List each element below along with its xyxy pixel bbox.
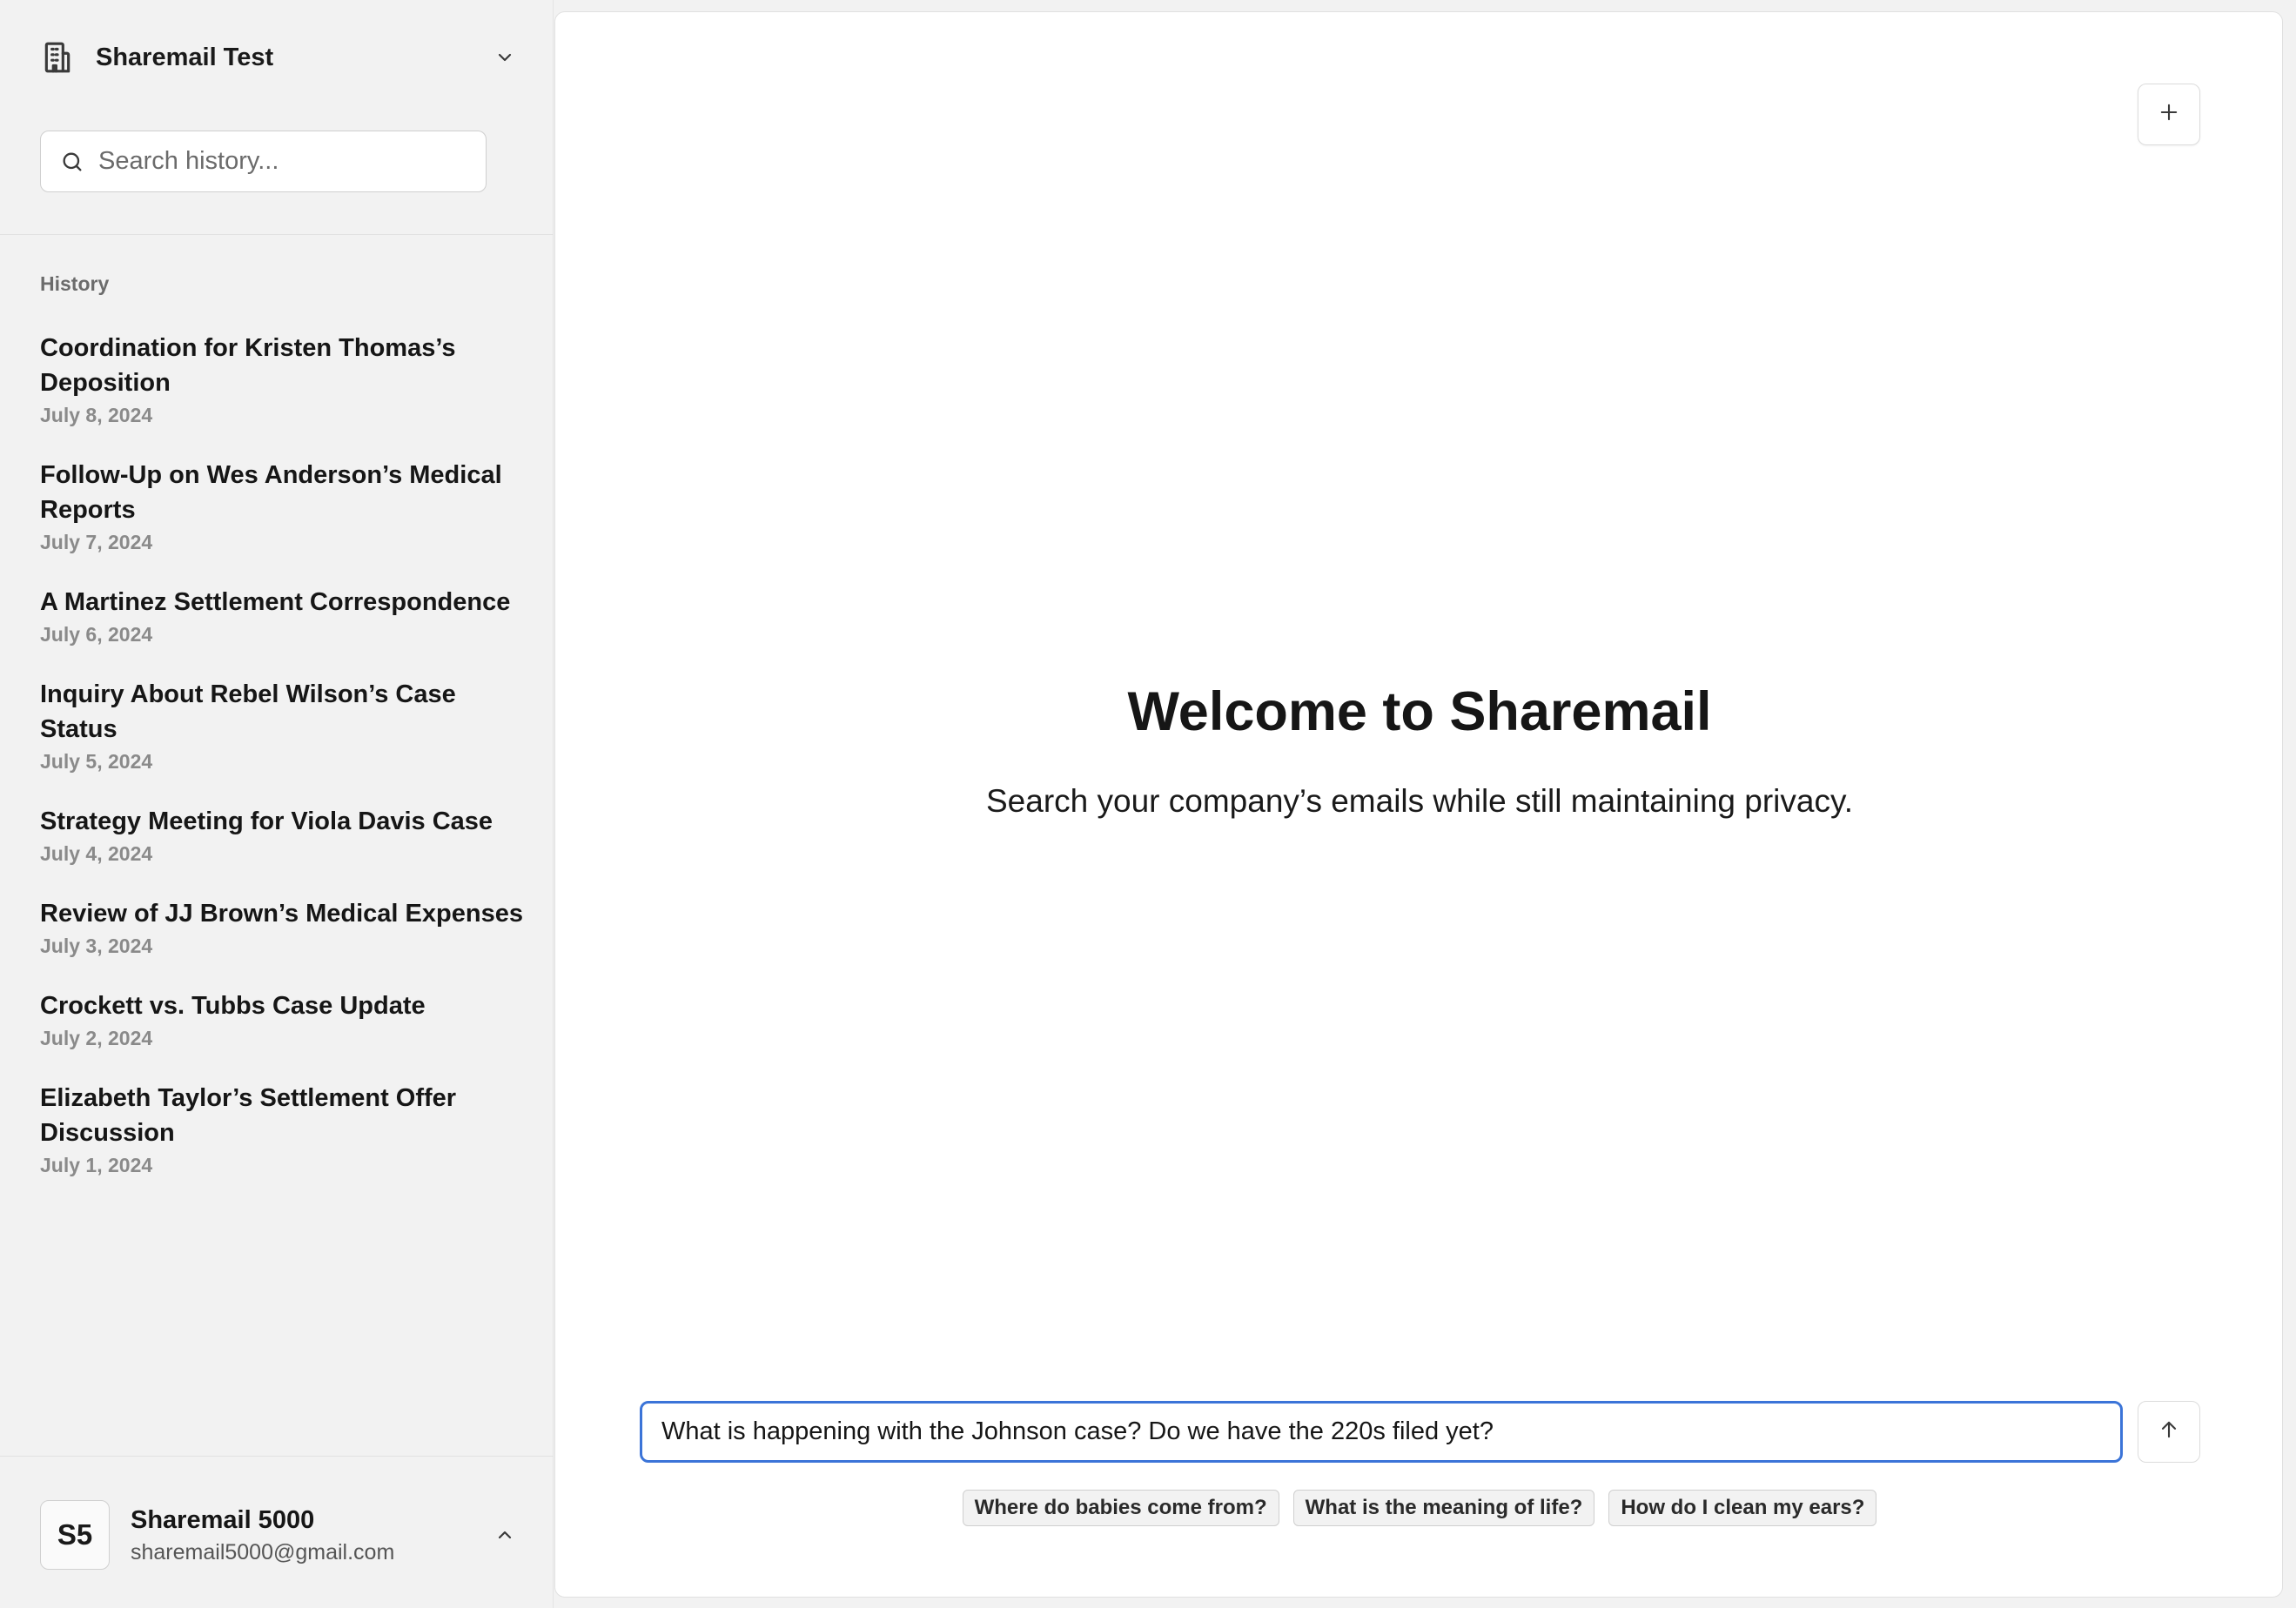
plus-icon (2157, 100, 2181, 129)
history-item-date: July 3, 2024 (40, 935, 153, 957)
history-label: History (40, 272, 110, 295)
history-item-date: July 7, 2024 (40, 531, 153, 553)
history-item-title: Crockett vs. Tubbs Case Update (40, 992, 426, 1020)
history-item[interactable]: Crockett vs. Tubbs Case Update July 2, 2… (40, 988, 527, 1053)
history-item-title: Review of JJ Brown’s Medical Expenses (40, 900, 523, 928)
search-icon (58, 148, 86, 176)
history-item[interactable]: Elizabeth Taylor’s Settlement Offer Disc… (40, 1081, 527, 1180)
history-item-date: July 5, 2024 (40, 750, 153, 773)
user-info: Sharemail 5000 sharemail5000@gmail.com (131, 1503, 493, 1567)
sidebar-bottom-divider (0, 1456, 554, 1457)
suggestion-chip[interactable]: How do I clean my ears? (1608, 1490, 1877, 1526)
history-item-title: A Martinez Settlement Correspondence (40, 588, 511, 616)
history-item[interactable]: Coordination for Kristen Thomas’s Deposi… (40, 331, 527, 430)
chat-input-box (640, 1401, 2123, 1463)
history-item-title: Strategy Meeting for Viola Davis Case (40, 807, 493, 835)
avatar: S5 (40, 1500, 110, 1570)
chat-input[interactable] (661, 1417, 2120, 1446)
history-item[interactable]: A Martinez Settlement Correspondence Jul… (40, 585, 527, 649)
history-item[interactable]: Follow-Up on Wes Anderson’s Medical Repo… (40, 458, 527, 557)
arrow-up-icon (2157, 1417, 2181, 1446)
history-item-date: July 1, 2024 (40, 1154, 153, 1176)
user-name: Sharemail 5000 (131, 1506, 315, 1534)
chevron-down-icon (493, 45, 517, 70)
workspace-switcher[interactable]: Sharemail Test (40, 33, 517, 82)
history-item[interactable]: Inquiry About Rebel Wilson’s Case Status… (40, 677, 527, 776)
history-item-title: Follow-Up on Wes Anderson’s Medical Repo… (40, 461, 502, 524)
user-email: sharemail5000@gmail.com (131, 1540, 395, 1564)
send-button[interactable] (2138, 1401, 2200, 1463)
new-chat-button[interactable] (2138, 84, 2200, 145)
history-list: Coordination for Kristen Thomas’s Deposi… (40, 331, 527, 1208)
search-history-input[interactable] (98, 147, 464, 176)
chevron-up-icon (493, 1523, 517, 1547)
sidebar-divider (0, 234, 554, 235)
welcome-title: Welcome to Sharemail (1127, 681, 1712, 742)
welcome-subtitle: Search your company’s emails while still… (986, 783, 1853, 819)
history-item[interactable]: Review of JJ Brown’s Medical Expenses Ju… (40, 896, 527, 961)
user-account-menu[interactable]: S5 Sharemail 5000 sharemail5000@gmail.co… (40, 1500, 517, 1570)
building-icon (40, 40, 75, 75)
workspace-name: Sharemail Test (96, 43, 274, 71)
history-item-date: July 2, 2024 (40, 1027, 153, 1049)
history-item-date: July 6, 2024 (40, 623, 153, 646)
suggestion-chip[interactable]: What is the meaning of life? (1292, 1490, 1595, 1526)
history-item-title: Inquiry About Rebel Wilson’s Case Status (40, 680, 456, 743)
sidebar: Sharemail Test History Coordination for … (0, 0, 554, 1608)
suggestion-chips: Where do babies come from? What is the m… (555, 1490, 2284, 1526)
search-box (40, 131, 487, 192)
main-panel: Welcome to Sharemail Search your company… (554, 11, 2283, 1598)
app-window: Sharemail Test History Coordination for … (0, 0, 2296, 1608)
history-item[interactable]: Strategy Meeting for Viola Davis Case Ju… (40, 804, 527, 868)
history-item-date: July 4, 2024 (40, 842, 153, 865)
history-item-date: July 8, 2024 (40, 404, 153, 426)
history-item-title: Coordination for Kristen Thomas’s Deposi… (40, 334, 456, 397)
history-item-title: Elizabeth Taylor’s Settlement Offer Disc… (40, 1084, 457, 1147)
suggestion-chip[interactable]: Where do babies come from? (962, 1490, 1279, 1526)
